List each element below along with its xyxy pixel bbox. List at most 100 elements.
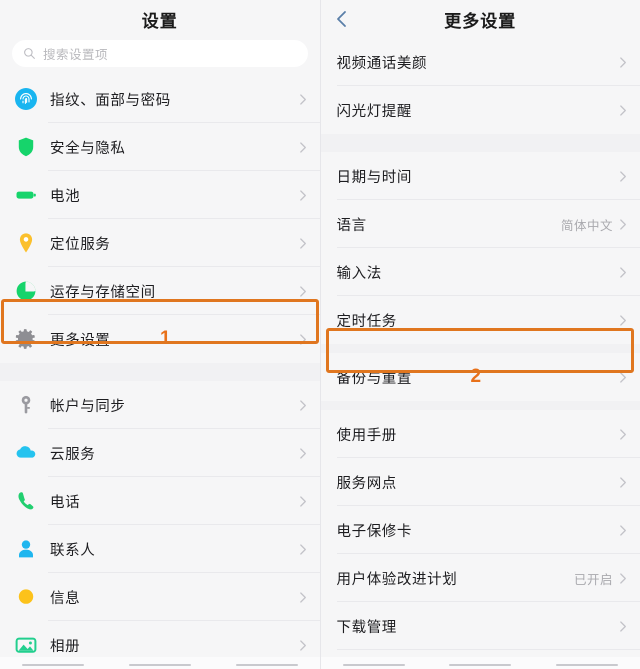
chevron-right-icon bbox=[619, 313, 628, 328]
sidebar-item-storage[interactable]: 运存与存储空间 bbox=[0, 267, 320, 315]
sidebar-item-security-privacy[interactable]: 安全与隐私 bbox=[0, 123, 320, 171]
search-placeholder: 搜索设置项 bbox=[43, 48, 109, 62]
list-item-scheduled-task[interactable]: 定时任务 bbox=[320, 296, 640, 344]
list-item-label: 语言 bbox=[336, 217, 367, 234]
list-item-label: 下载管理 bbox=[336, 619, 397, 636]
list-item-label: 使用手册 bbox=[336, 427, 397, 444]
sidebar-item-label: 帐户与同步 bbox=[50, 398, 126, 415]
chevron-right-icon bbox=[299, 188, 308, 203]
chevron-right-icon bbox=[299, 590, 308, 605]
sidebar-item-location[interactable]: 定位服务 bbox=[0, 219, 320, 267]
chevron-right-icon bbox=[619, 370, 628, 385]
android-nav-bar bbox=[0, 659, 320, 669]
group-divider bbox=[0, 363, 320, 381]
chevron-right-icon bbox=[299, 140, 308, 155]
step-marker-2: 2 bbox=[470, 366, 482, 387]
nav-recents-hint[interactable] bbox=[342, 664, 405, 666]
message-icon bbox=[14, 585, 38, 609]
list-item-label: 服务网点 bbox=[336, 475, 397, 492]
chevron-left-icon[interactable] bbox=[335, 9, 349, 29]
list-item-backup-reset[interactable]: 备份与重置 2 bbox=[320, 353, 640, 401]
list-item-label: 用户体验改进计划 bbox=[336, 571, 458, 588]
chevron-right-icon bbox=[619, 619, 628, 634]
phone-icon bbox=[14, 489, 38, 513]
sidebar-item-more-settings[interactable]: 更多设置 1 bbox=[0, 315, 320, 363]
more-group-1: 视频通话美颜 闪光灯提醒 bbox=[320, 38, 640, 134]
right-header: 更多设置 bbox=[320, 0, 640, 38]
chevron-right-icon bbox=[299, 638, 308, 653]
nav-recents-hint[interactable] bbox=[22, 664, 85, 666]
page-title: 设置 bbox=[141, 11, 178, 31]
list-item-user-manual[interactable]: 使用手册 bbox=[320, 410, 640, 458]
more-group-3: 备份与重置 2 bbox=[320, 353, 640, 401]
sidebar-item-label: 电话 bbox=[50, 494, 81, 511]
chevron-right-icon bbox=[299, 236, 308, 251]
list-item-download-management[interactable]: 下载管理 bbox=[320, 602, 640, 650]
chevron-right-icon bbox=[619, 217, 628, 232]
list-item-service-center[interactable]: 服务网点 bbox=[320, 458, 640, 506]
left-header: 设置 bbox=[0, 0, 320, 38]
sidebar-item-label: 安全与隐私 bbox=[50, 140, 126, 157]
chevron-right-icon bbox=[619, 571, 628, 586]
list-item-flash-alert[interactable]: 闪光灯提醒 bbox=[320, 86, 640, 134]
location-pin-icon bbox=[14, 231, 38, 255]
chevron-right-icon bbox=[299, 398, 308, 413]
list-item-label: 日期与时间 bbox=[336, 169, 412, 186]
gallery-icon bbox=[14, 633, 38, 657]
chevron-right-icon bbox=[299, 284, 308, 299]
chevron-right-icon bbox=[299, 332, 308, 347]
search-icon bbox=[23, 47, 36, 60]
list-item-input-method[interactable]: 输入法 bbox=[320, 248, 640, 296]
chevron-right-icon bbox=[619, 55, 628, 70]
sidebar-item-label: 相册 bbox=[50, 638, 81, 655]
list-item-label: 定时任务 bbox=[336, 313, 397, 330]
more-settings-panel: 更多设置 视频通话美颜 闪光灯提醒 日期与时间 语言 简体中文 输入法 定时任务… bbox=[320, 0, 640, 669]
dual-screenshot-container: 设置 搜索设置项 指纹、面部与密码 安全与隐私 电池 定位服务 运存与存储空间 … bbox=[0, 0, 640, 669]
chevron-right-icon bbox=[299, 542, 308, 557]
cloud-icon bbox=[14, 441, 38, 465]
sidebar-item-messages[interactable]: 信息 bbox=[0, 573, 320, 621]
chevron-right-icon bbox=[619, 427, 628, 442]
list-item-value: 简体中文 bbox=[560, 218, 613, 233]
chevron-right-icon bbox=[619, 103, 628, 118]
nav-back-hint[interactable] bbox=[556, 664, 619, 666]
nav-home-hint[interactable] bbox=[128, 664, 191, 666]
shield-icon bbox=[14, 135, 38, 159]
settings-group-1: 指纹、面部与密码 安全与隐私 电池 定位服务 运存与存储空间 更多设置 1 bbox=[0, 75, 320, 363]
sidebar-item-label: 联系人 bbox=[50, 542, 96, 559]
nav-home-hint[interactable] bbox=[449, 664, 512, 666]
list-item-video-call-beauty[interactable]: 视频通话美颜 bbox=[320, 38, 640, 86]
list-item-user-experience-program[interactable]: 用户体验改进计划 已开启 bbox=[320, 554, 640, 602]
group-divider bbox=[320, 401, 640, 410]
group-divider bbox=[320, 344, 640, 353]
sidebar-item-contacts[interactable]: 联系人 bbox=[0, 525, 320, 573]
chevron-right-icon bbox=[299, 446, 308, 461]
page-title: 更多设置 bbox=[444, 11, 517, 31]
chevron-right-icon bbox=[299, 494, 308, 509]
battery-icon bbox=[14, 183, 38, 207]
list-item-e-warranty-card[interactable]: 电子保修卡 bbox=[320, 506, 640, 554]
key-icon bbox=[14, 393, 38, 417]
sidebar-item-account-sync[interactable]: 帐户与同步 bbox=[0, 381, 320, 429]
chevron-right-icon bbox=[619, 523, 628, 538]
search-input[interactable]: 搜索设置项 bbox=[12, 40, 308, 67]
sidebar-item-battery[interactable]: 电池 bbox=[0, 171, 320, 219]
list-item-label: 输入法 bbox=[336, 265, 382, 282]
sidebar-item-label: 电池 bbox=[50, 188, 81, 205]
group-divider bbox=[320, 134, 640, 152]
gear-icon bbox=[14, 327, 38, 351]
android-nav-bar bbox=[321, 659, 640, 669]
sidebar-item-cloud-service[interactable]: 云服务 bbox=[0, 429, 320, 477]
chevron-right-icon bbox=[619, 475, 628, 490]
contact-icon bbox=[14, 537, 38, 561]
settings-group-2: 帐户与同步 云服务 电话 联系人 信息 相册 bbox=[0, 381, 320, 669]
nav-back-hint[interactable] bbox=[235, 664, 298, 666]
sidebar-item-fingerprint[interactable]: 指纹、面部与密码 bbox=[0, 75, 320, 123]
list-item-language[interactable]: 语言 简体中文 bbox=[320, 200, 640, 248]
more-group-2: 日期与时间 语言 简体中文 输入法 定时任务 bbox=[320, 152, 640, 344]
chevron-right-icon bbox=[619, 169, 628, 184]
sidebar-item-phone[interactable]: 电话 bbox=[0, 477, 320, 525]
list-item-date-time[interactable]: 日期与时间 bbox=[320, 152, 640, 200]
sidebar-item-label: 信息 bbox=[50, 590, 81, 607]
sidebar-item-label: 云服务 bbox=[50, 446, 96, 463]
